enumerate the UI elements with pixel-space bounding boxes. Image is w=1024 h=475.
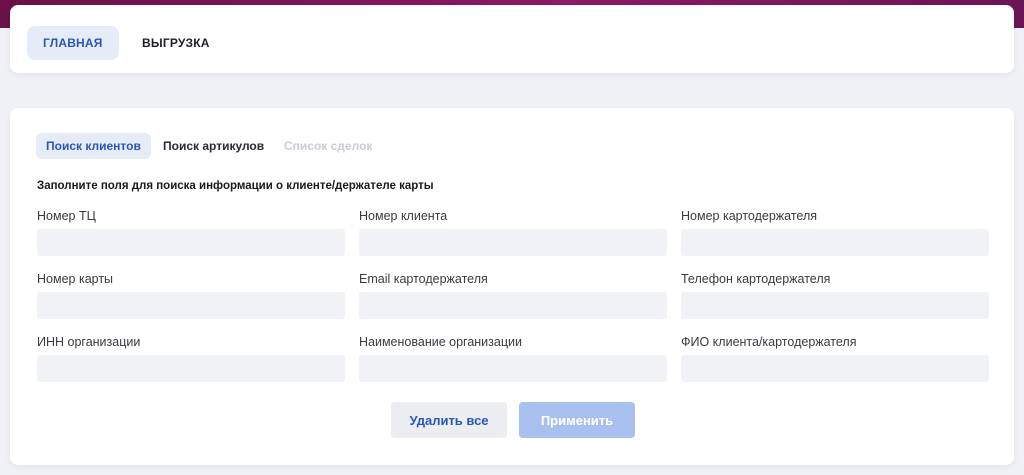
field-label-cardholder-number: Номер картодержателя [681,209,818,223]
clear-all-button[interactable]: Удалить все [391,402,507,438]
form-title: Заполните поля для поиска информации о к… [37,180,434,192]
field-label-cardholder-phone: Телефон картодержателя [681,272,831,286]
tab-deals-list: Список сделок [284,139,373,153]
field-label-mall-number: Номер ТЦ [37,209,96,223]
main-navigation: ГЛАВНАЯ ВЫГРУЗКА [10,5,1014,73]
tab-client-search[interactable]: Поиск клиентов [36,133,151,159]
field-label-cardholder-email: Email картодержателя [359,272,488,286]
org-inn-input[interactable] [37,355,345,382]
cardholder-email-input[interactable] [359,292,667,319]
client-fullname-input[interactable] [681,355,989,382]
field-label-org-name: Наименование организации [359,335,522,349]
mall-number-input[interactable] [37,229,345,256]
tab-article-search[interactable]: Поиск артикулов [153,133,274,159]
nav-tab-main[interactable]: ГЛАВНАЯ [27,26,119,60]
field-label-org-inn: ИНН организации [37,335,141,349]
cardholder-number-input[interactable] [681,229,989,256]
cardholder-phone-input[interactable] [681,292,989,319]
field-label-client-fullname: ФИО клиента/картодержателя [681,335,857,349]
org-name-input[interactable] [359,355,667,382]
card-number-input[interactable] [37,292,345,319]
nav-tab-export[interactable]: ВЫГРУЗКА [126,26,226,60]
field-label-card-number: Номер карты [37,272,114,286]
search-panel: Поиск клиентов Поиск артикулов Список сд… [10,108,1014,465]
client-number-input[interactable] [359,229,667,256]
apply-button[interactable]: Применить [519,402,635,438]
field-label-client-number: Номер клиента [359,209,448,223]
